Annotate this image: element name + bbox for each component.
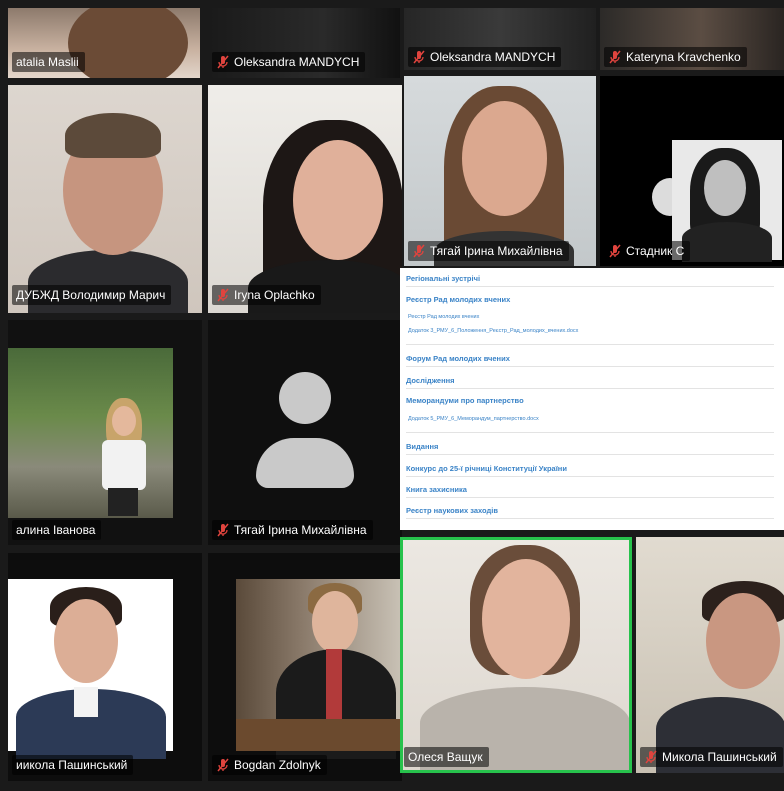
video-tile-olesia[interactable]: Олеся Ващук — [400, 537, 632, 773]
participant-name-label: Стадник С — [604, 241, 691, 261]
participant-name-label: иикола Пашинський — [12, 755, 134, 775]
video-tile-mykola-2[interactable]: Микола Пашинський — [636, 537, 784, 773]
video-feed — [65, 113, 161, 158]
doc-file-link[interactable]: Реєстр Рад молодих вчених — [408, 314, 479, 320]
mic-muted-icon — [216, 55, 230, 69]
doc-section-link[interactable]: Конкурс до 25-ї річниці Конституції Укра… — [406, 464, 774, 477]
doc-file-link[interactable]: Додаток 3_РМУ_6_Положення_Реєстр_Рад_мол… — [408, 328, 578, 334]
participant-name-label: ДУБЖД Володимир Марич — [12, 285, 172, 305]
participant-name-label: Олеся Ващук — [404, 747, 489, 767]
mic-muted-icon — [216, 758, 230, 772]
participant-name-label: алина Іванова — [12, 520, 102, 540]
participant-name-label: Тягай Ірина Михайлівна — [408, 241, 569, 261]
participant-name-label: Oleksandra MANDYCH — [408, 47, 562, 67]
shared-screen-document[interactable]: Регіональні зустрічі Реєстр Рад молодих … — [400, 268, 784, 530]
video-tile-natalia[interactable]: atalia Maslii — [8, 8, 200, 78]
profile-photo — [8, 579, 173, 759]
video-tile-iryna[interactable]: Iryna Oplachko — [208, 85, 402, 313]
doc-section-link[interactable]: Книга захисника — [406, 485, 774, 498]
doc-section-link[interactable]: Реєстр наукових заходів — [406, 506, 774, 519]
participant-name-label: Bogdan Zdolnyk — [212, 755, 327, 775]
video-feed — [462, 101, 547, 216]
video-feed — [706, 593, 780, 689]
video-tile-halyna[interactable]: алина Іванова — [8, 320, 202, 545]
video-tile-volodymyr[interactable]: ДУБЖД Володимир Марич — [8, 85, 202, 313]
profile-photo — [8, 348, 173, 518]
mic-muted-icon — [216, 523, 230, 537]
participant-name-label: atalia Maslii — [12, 52, 85, 72]
participant-name-label: Kateryna Kravchenko — [604, 47, 747, 67]
participant-name-label: Тягай Ірина Михайлівна — [212, 520, 373, 540]
video-tile-tyahai-avatar[interactable]: Тягай Ірина Михайлівна — [208, 320, 402, 545]
doc-section-link[interactable]: Форум Рад молодих вчених — [406, 354, 774, 367]
video-tile-bogdan[interactable]: Bogdan Zdolnyk — [208, 553, 402, 781]
mic-muted-icon — [644, 750, 658, 764]
video-tile-kateryna[interactable]: Kateryna Kravchenko — [600, 8, 784, 70]
doc-section-link[interactable]: Меморандуми про партнерство — [406, 396, 774, 408]
user-avatar-icon — [279, 372, 331, 424]
video-tile-oleksandra-2[interactable]: Oleksandra MANDYCH — [404, 8, 596, 70]
profile-photo — [236, 579, 402, 759]
mic-muted-icon — [608, 244, 622, 258]
doc-file-link[interactable]: Додаток 5_РМУ_6_Меморандум_партнерство.d… — [408, 416, 539, 422]
mic-muted-icon — [412, 244, 426, 258]
participant-name-label: Микола Пашинський — [640, 747, 783, 767]
doc-section-link[interactable]: Дослідження — [406, 376, 774, 389]
doc-section-link[interactable]: Видання — [406, 442, 774, 455]
participant-name-label: Iryna Oplachko — [212, 285, 321, 305]
video-tile-mykola-1[interactable]: иикола Пашинський — [8, 553, 202, 781]
participant-name-label: Oleksandra MANDYCH — [212, 52, 366, 72]
video-tile-oleksandra-1[interactable]: Oleksandra MANDYCH — [208, 8, 400, 78]
video-feed — [68, 8, 188, 78]
video-tile-tyahai-video[interactable]: Тягай Ірина Михайлівна — [404, 76, 596, 266]
video-feed — [293, 140, 383, 260]
mic-muted-icon — [412, 50, 426, 64]
video-tile-stadnyk[interactable]: Стадник С — [600, 76, 784, 266]
doc-section-link[interactable]: Реєстр Рад молодих вчених — [406, 295, 774, 307]
doc-section-link[interactable]: Регіональні зустрічі — [406, 274, 774, 287]
mic-muted-icon — [608, 50, 622, 64]
video-feed — [482, 559, 570, 679]
user-avatar-icon — [256, 438, 354, 488]
mic-muted-icon — [216, 288, 230, 302]
